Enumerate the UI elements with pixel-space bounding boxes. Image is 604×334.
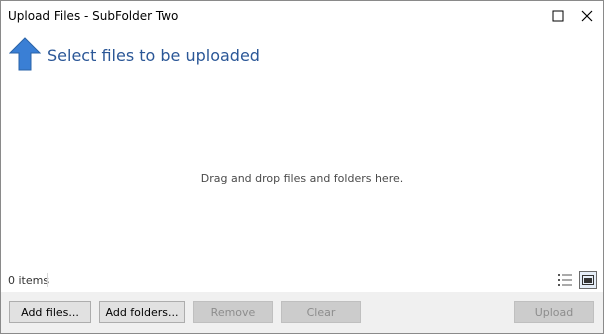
tiles-view-button[interactable] <box>579 271 597 289</box>
title-bar: Upload Files - SubFolder Two <box>1 1 603 31</box>
drop-zone[interactable]: Drag and drop files and folders here. <box>1 75 603 275</box>
item-count: 0 items <box>8 274 50 287</box>
add-files-button[interactable]: Add files... <box>9 301 91 323</box>
close-icon <box>581 10 593 22</box>
status-bar: 0 items <box>1 269 603 291</box>
details-view-icon <box>558 274 572 286</box>
close-button[interactable] <box>572 1 602 31</box>
add-folders-button[interactable]: Add folders... <box>99 301 185 323</box>
tiles-view-icon <box>582 275 594 285</box>
upload-button[interactable]: Upload <box>514 301 594 323</box>
up-arrow-icon <box>9 37 41 71</box>
maximize-icon <box>552 10 564 22</box>
page-title: Select files to be uploaded <box>47 46 260 65</box>
details-view-button[interactable] <box>556 271 574 289</box>
status-separator <box>47 273 48 287</box>
button-bar: Add files... Add folders... Remove Clear… <box>1 292 603 333</box>
drop-hint: Drag and drop files and folders here. <box>200 172 404 185</box>
upload-dialog: Upload Files - SubFolder Two Select file… <box>0 0 604 334</box>
window-title: Upload Files - SubFolder Two <box>8 9 179 23</box>
clear-button[interactable]: Clear <box>281 301 361 323</box>
maximize-button[interactable] <box>543 1 573 31</box>
remove-button[interactable]: Remove <box>193 301 273 323</box>
upload-area: Select files to be uploaded Drag and dro… <box>1 31 603 291</box>
